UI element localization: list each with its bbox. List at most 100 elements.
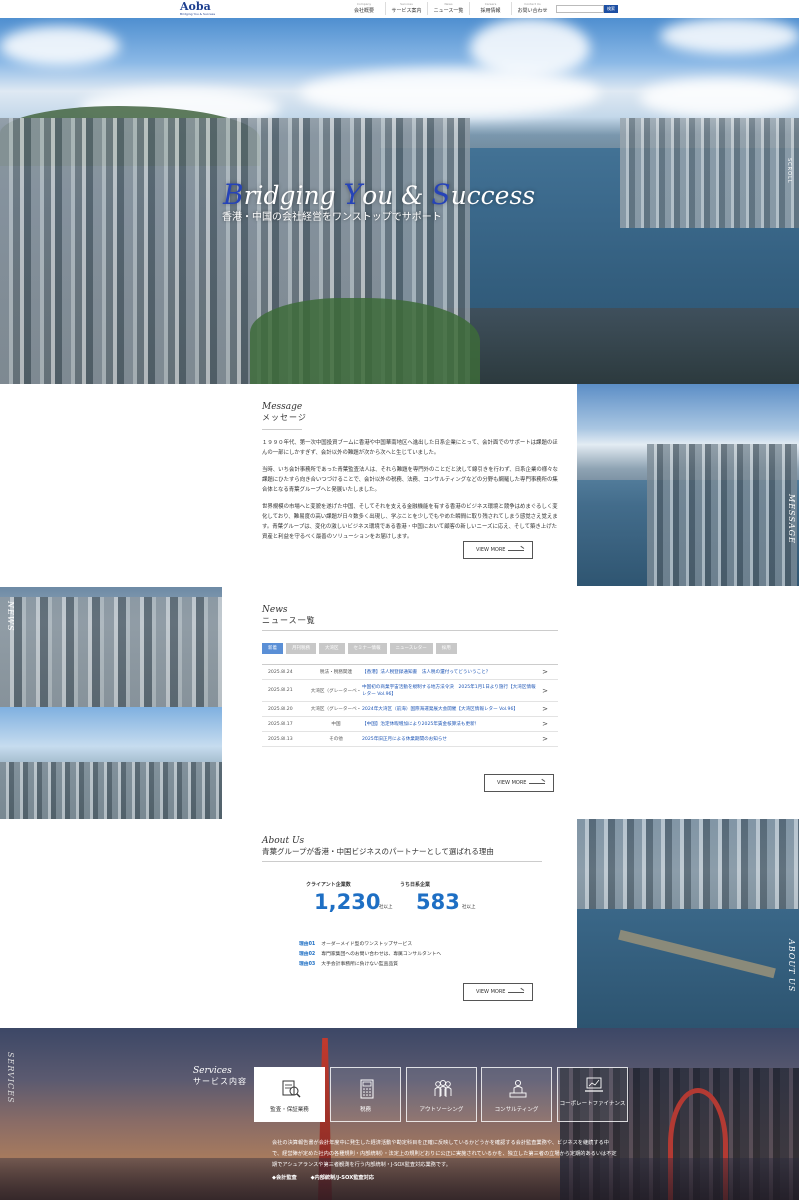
news-title[interactable]: 2024年大湾区（前海）国際海運発展大会開催【大湾区情報レター Vol.96】 (362, 706, 538, 713)
news-title-ja: ニュース一覧 (262, 616, 316, 625)
message-paragraph: 当時、いち会計事務所であった青葉監査法人は、それら難題を専門外のことだと決して線… (262, 467, 558, 493)
tab-recruit[interactable]: 採用 (435, 643, 457, 654)
news-category: その他 (329, 737, 343, 742)
news-date: 2025.8l.13 (268, 736, 293, 742)
reason-text: 専門家集団へのお問い合わせは、専属コンサルタントへ (321, 952, 442, 957)
message-title-en: Message (262, 402, 303, 412)
news-item[interactable]: 2025.8l.21 大湾区（グレーターベ・ 中国初の商業宇宙活動を規制する地方… (262, 680, 558, 702)
hero-title: Bridging You & Success (223, 178, 535, 211)
city-skyline (0, 762, 222, 819)
divider (262, 429, 302, 430)
hero-title-cap: Y (343, 178, 363, 211)
service-card-label: アウトソーシング (419, 1107, 464, 1113)
news-category: 大湾区（グレーターベ・ (310, 707, 362, 712)
chevron-right-icon: > (542, 720, 548, 728)
tab-new[interactable]: 新着 (262, 643, 283, 654)
arrow-right-icon (508, 992, 524, 993)
people-group-icon (434, 1079, 452, 1097)
city-skyline (647, 444, 797, 586)
about-section: About Us 青葉グループが香港・中国ビジネスのパートナーとして選ばれる理由 (262, 836, 542, 862)
hero-title-cap: B (223, 178, 244, 211)
tab-seminar[interactable]: セミナー情報 (347, 643, 387, 654)
news-photo-top: NEWS (0, 587, 222, 707)
about-view-more-button[interactable]: VIEW MORE (463, 983, 533, 1001)
nav-item-label: 会社概要 (353, 8, 374, 14)
hero-subtitle: 香港・中国の会社経営をワンストップでサポート (222, 212, 442, 223)
service-bullet[interactable]: ◆内部統制/J-SOX監査対応 (311, 1175, 374, 1181)
chevron-right-icon: > (542, 735, 548, 743)
service-description: 会社の決算報告書が会計年度中に発生した経済活動や勘定科目を正確に反映しているかど… (272, 1140, 617, 1168)
laptop-icon (585, 1077, 603, 1092)
arrow-right-icon (529, 783, 545, 784)
nav-item-label: ニュース一覧 (433, 8, 464, 14)
message-photo: MESSAGE (577, 384, 799, 586)
nav-item-label: サービス案内 (391, 8, 422, 14)
chevron-right-icon: > (542, 705, 548, 713)
news-item[interactable]: 2025.8l.17 中国 【中国】治定休暇増加により2025年賃金核算法も更新… (262, 717, 558, 732)
nav-item-contact[interactable]: Contact Us お問い合わせ (511, 2, 553, 15)
search-form: 検索 (556, 5, 618, 13)
nav-item-news[interactable]: News ニュース一覧 (427, 2, 469, 15)
service-card-corporate-finance[interactable]: コーポレートファイナンス (557, 1067, 628, 1122)
services-vertical-label: SERVICES (6, 1052, 15, 1104)
message-title-ja: メッセージ (262, 413, 307, 422)
nav-item-company[interactable]: Company 会社概要 (343, 2, 385, 15)
view-more-label: VIEW MORE (476, 547, 506, 553)
news-item[interactable]: 2025.8l.20 大湾区（グレーターベ・ 2024年大湾区（前海）国際海運発… (262, 702, 558, 717)
news-title[interactable]: 中国初の商業宇宙活動を規制する地方法令決 2025年1月1日より施行【大湾区情報… (362, 684, 538, 698)
stat-japanese-unit: 社以上 (462, 905, 476, 910)
divider (262, 630, 558, 631)
cloud (0, 26, 120, 66)
city-skyline (577, 819, 799, 909)
stat-clients-value: 1,230 (314, 890, 381, 914)
tab-newsletter[interactable]: ニュースレター (389, 643, 433, 654)
logo[interactable]: Aoba Bridging You & Success (180, 0, 216, 18)
cloud (300, 68, 600, 118)
services-title-en: Services (193, 1066, 232, 1076)
service-bullets: ◆会計監査 ◆内部統制/J-SOX監査対応 (272, 1174, 386, 1181)
news-section: News ニュース一覧 新着 月刊税務 大湾区 セミナー情報 ニュースレター 採… (262, 605, 558, 747)
view-more-label: VIEW MORE (476, 989, 506, 995)
tab-greater-bay[interactable]: 大湾区 (319, 643, 345, 654)
news-category: 大湾区（グレーターベ・ (310, 688, 362, 694)
service-card-label: 監査・保証業務 (270, 1107, 309, 1113)
divider (262, 861, 542, 862)
site-header: Aoba Bridging You & Success Company 会社概要… (0, 0, 799, 18)
reason-text: オーダーメイド型のワンストップサービス (321, 942, 413, 947)
arrow-right-icon (508, 550, 524, 551)
message-view-more-button[interactable]: VIEW MORE (463, 541, 533, 559)
news-title[interactable]: 【中国】治定休暇増加により2025年賃金核算法も更新！ (362, 721, 538, 728)
news-title-en: News (262, 605, 288, 615)
news-category: 中国 (331, 722, 341, 727)
about-vertical-label: ABOUT US (787, 939, 796, 993)
service-card-consulting[interactable]: コンサルティング (481, 1067, 552, 1122)
city-skyline-far (620, 118, 799, 228)
search-input[interactable] (556, 5, 604, 13)
scroll-indicator[interactable]: SCROLL (786, 158, 792, 184)
news-title[interactable]: 【香港】法人税登録通知書 法人税の還付ってどういうこと？ (362, 669, 538, 676)
service-bullet[interactable]: ◆会計監査 (272, 1175, 297, 1181)
news-item[interactable]: 2025.8l.24 税法・税務関連 【香港】法人税登録通知書 法人税の還付って… (262, 665, 558, 680)
news-title[interactable]: 2025年旧正月による休業期間のお知らせ (362, 736, 538, 743)
service-card-tax[interactable]: 税務 (330, 1067, 401, 1122)
news-item[interactable]: 2025.8l.13 その他 2025年旧正月による休業期間のお知らせ > (262, 732, 558, 747)
hero-title-part: ou & (362, 181, 432, 210)
service-card-audit[interactable]: 監査・保証業務 (254, 1067, 325, 1122)
nav-item-services[interactable]: Services サービス案内 (385, 2, 427, 15)
cloud (660, 18, 799, 54)
logo-tagline: Bridging You & Success (180, 12, 216, 16)
nav-item-careers[interactable]: Careers 採用情報 (469, 2, 511, 15)
tab-monthly-tax[interactable]: 月刊税務 (286, 643, 316, 654)
stat-japanese-value: 583 (416, 890, 460, 914)
services-title-ja: サービス内容 (193, 1077, 247, 1086)
news-vertical-label: NEWS (6, 601, 15, 632)
calculator-icon (360, 1079, 374, 1099)
service-card-outsourcing[interactable]: アウトソーシング (406, 1067, 477, 1122)
park (250, 298, 480, 384)
news-view-more-button[interactable]: VIEW MORE (484, 774, 554, 792)
message-vertical-label: MESSAGE (787, 494, 796, 544)
search-button[interactable]: 検索 (604, 5, 618, 13)
reason-item: 理由01 オーダーメイド型のワンストップサービス (299, 940, 412, 947)
news-date: 2025.8l.17 (268, 721, 293, 727)
hero-title-cap: S (431, 178, 451, 211)
